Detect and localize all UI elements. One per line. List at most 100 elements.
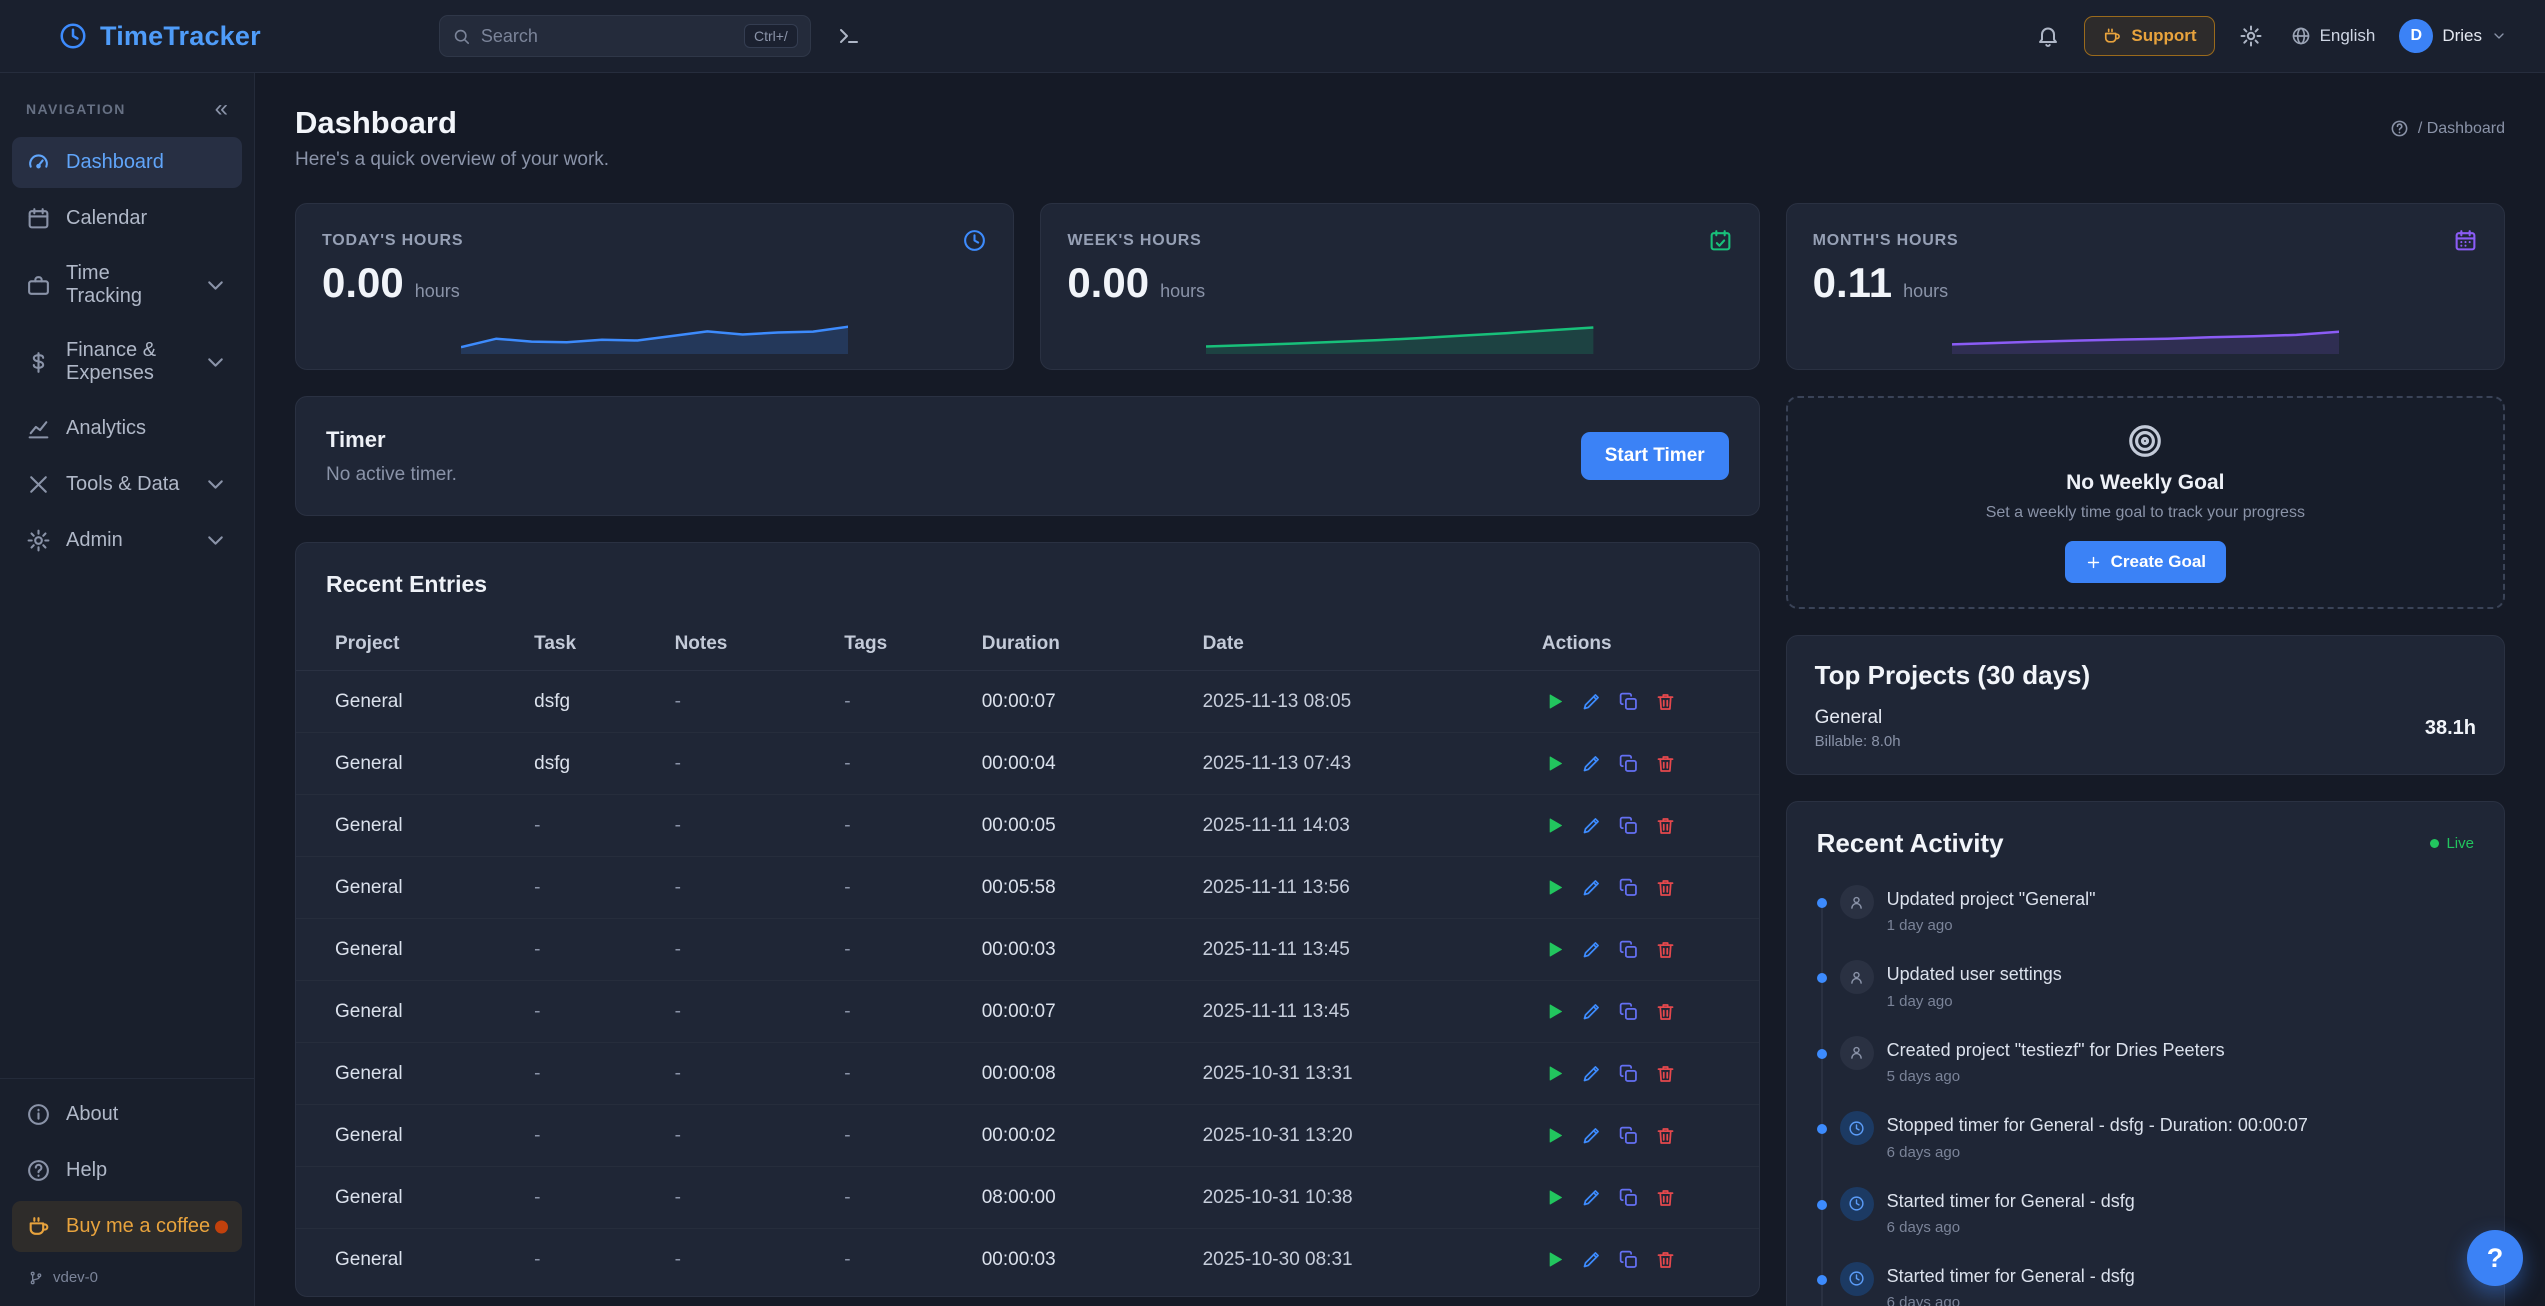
duplicate-button[interactable] [1616,1061,1641,1086]
weekly-goal-card: No Weekly Goal Set a weekly time goal to… [1786,396,2505,609]
play-button[interactable] [1542,1247,1567,1272]
play-button[interactable] [1542,937,1567,962]
duplicate-button[interactable] [1616,937,1641,962]
globe-icon [2291,26,2311,46]
column-header-date: Date [1193,618,1532,671]
play-button[interactable] [1542,1185,1567,1210]
bell-icon [2036,24,2060,48]
pencil-icon [1581,815,1602,836]
user-menu[interactable]: D Dries [2395,13,2511,59]
start-timer-button[interactable]: Start Timer [1581,432,1729,480]
duplicate-button[interactable] [1616,689,1641,714]
project-row: General Billable: 8.0h 38.1h [1815,707,2476,750]
play-button[interactable] [1542,813,1567,838]
play-button[interactable] [1542,999,1567,1024]
breadcrumb-text: / Dashboard [2418,120,2505,138]
activity-timeline: Updated project "General" 1 day ago Upda… [1817,885,2474,1306]
sidebar-collapse-button[interactable]: « [207,95,236,123]
edit-button[interactable] [1579,937,1604,962]
edit-button[interactable] [1579,689,1604,714]
delete-button[interactable] [1653,999,1678,1024]
edit-button[interactable] [1579,875,1604,900]
delete-button[interactable] [1653,751,1678,776]
cell-project: General [296,733,524,795]
sidebar-item-tools-data[interactable]: Tools & Data [12,459,242,510]
sidebar-item-calendar[interactable]: Calendar [12,193,242,244]
git-branch-icon [28,1270,44,1286]
terminal-icon [837,24,861,48]
pencil-icon [1581,1125,1602,1146]
cell-notes: - [665,1167,835,1229]
cell-duration: 00:00:07 [972,671,1193,733]
edit-button[interactable] [1579,1185,1604,1210]
play-button[interactable] [1542,751,1567,776]
edit-button[interactable] [1579,1061,1604,1086]
activity-text: Stopped timer for General - dsfg - Durat… [1887,1111,2308,1137]
trash-icon [1655,1001,1676,1022]
delete-button[interactable] [1653,1185,1678,1210]
delete-button[interactable] [1653,1247,1678,1272]
user-name: Dries [2442,26,2482,46]
edit-button[interactable] [1579,999,1604,1024]
sidebar-item-analytics[interactable]: Analytics [12,403,242,454]
search-input[interactable] [481,26,734,47]
global-search[interactable]: Ctrl+/ [439,15,811,57]
cell-project: General [296,1105,524,1167]
duplicate-button[interactable] [1616,1247,1641,1272]
cell-duration: 00:00:02 [972,1105,1193,1167]
sidebar-item-help[interactable]: Help [12,1145,242,1196]
live-badge: Live [2430,835,2474,852]
help-circle-icon[interactable] [2390,119,2409,138]
search-shortcut-badge: Ctrl+/ [744,24,798,48]
create-goal-button[interactable]: Create Goal [2065,541,2226,583]
settings-button[interactable] [2231,16,2271,56]
sidebar-item-finance-expenses[interactable]: Finance & Expenses [12,326,242,398]
delete-button[interactable] [1653,937,1678,962]
gear-icon [26,528,51,553]
cell-date: 2025-10-31 10:38 [1193,1167,1532,1229]
duplicate-button[interactable] [1616,875,1641,900]
command-terminal-button[interactable] [829,16,869,56]
duplicate-button[interactable] [1616,751,1641,776]
help-fab-button[interactable]: ? [2467,1230,2523,1286]
trash-icon [1655,815,1676,836]
app-logo-icon [58,21,88,51]
notifications-button[interactable] [2028,16,2068,56]
play-button[interactable] [1542,875,1567,900]
speedometer-icon [26,150,51,175]
language-selector[interactable]: English [2287,20,2380,52]
timeline-dot [1817,1049,1827,1059]
table-row: General - - - 00:05:58 2025-11-11 13:56 [296,857,1759,919]
duplicate-button[interactable] [1616,1123,1641,1148]
duplicate-button[interactable] [1616,999,1641,1024]
play-button[interactable] [1542,1061,1567,1086]
sidebar-item-about[interactable]: About [12,1089,242,1140]
sidebar-item-dashboard[interactable]: Dashboard [12,137,242,188]
sidebar-item-time-tracking[interactable]: Time Tracking [12,249,242,321]
edit-button[interactable] [1579,751,1604,776]
app-brand[interactable]: TimeTracker [58,21,261,52]
support-button[interactable]: Support [2084,16,2214,56]
cell-notes: - [665,733,835,795]
duplicate-button[interactable] [1616,1185,1641,1210]
play-button[interactable] [1542,689,1567,714]
delete-button[interactable] [1653,1123,1678,1148]
sidebar-item-label: Finance & Expenses [66,339,188,385]
delete-button[interactable] [1653,813,1678,838]
cell-tags: - [834,1167,971,1229]
delete-button[interactable] [1653,1061,1678,1086]
sidebar-item-admin[interactable]: Admin [12,515,242,566]
cell-project: General [296,795,524,857]
edit-button[interactable] [1579,813,1604,838]
play-icon [1544,691,1565,712]
play-button[interactable] [1542,1123,1567,1148]
table-row: General - - - 00:00:07 2025-11-11 13:45 [296,981,1759,1043]
sidebar-item-buy-me-a-coffee[interactable]: Buy me a coffee [12,1201,242,1252]
delete-button[interactable] [1653,689,1678,714]
edit-button[interactable] [1579,1247,1604,1272]
edit-button[interactable] [1579,1123,1604,1148]
duplicate-button[interactable] [1616,813,1641,838]
delete-button[interactable] [1653,875,1678,900]
play-icon [1544,1001,1565,1022]
recent-entries-card: Recent Entries Project Task Notes Tags D… [295,542,1760,1297]
